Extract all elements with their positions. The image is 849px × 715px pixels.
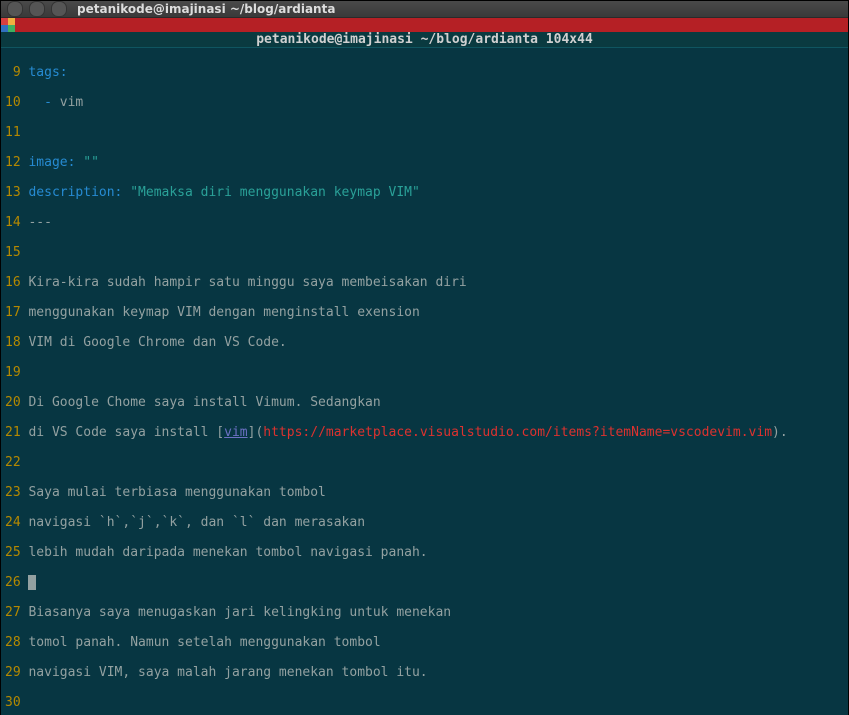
text-line: VIM di Google Chrome dan VS Code.	[28, 335, 286, 350]
line-number: 19	[5, 365, 21, 380]
terminal-window: petanikode@imajinasi ~/blog/ardianta pet…	[0, 0, 849, 715]
md-link-url: https://marketplace.visualstudio.com/ite…	[263, 425, 772, 440]
line-number: 11	[5, 125, 21, 140]
line-number: 10	[5, 95, 21, 110]
line-number: 30	[5, 695, 21, 710]
line-number: 27	[5, 605, 21, 620]
text-line: tomol panah. Namun setelah menggunakan t…	[28, 635, 380, 650]
text-line: navigasi `h`,`j`,`k`, dan `l` dan merasa…	[28, 515, 365, 530]
text-line: Di Google Chome saya install Vimum. Seda…	[28, 395, 380, 410]
terminator-menubar[interactable]	[1, 18, 848, 32]
yaml-key: image:	[28, 155, 75, 170]
line-number: 24	[5, 515, 21, 530]
yaml-string: ""	[75, 155, 98, 170]
close-icon[interactable]	[7, 1, 23, 17]
line-number: 9	[5, 65, 21, 80]
yaml-dash: -	[28, 95, 51, 110]
line-number: 13	[5, 185, 21, 200]
maximize-icon[interactable]	[51, 1, 67, 17]
line-number: 16	[5, 275, 21, 290]
cursor	[28, 575, 36, 590]
text-line: Saya mulai terbiasa menggunakan tombol	[28, 485, 325, 500]
yaml-key: description:	[28, 185, 122, 200]
line-number: 17	[5, 305, 21, 320]
terminator-logo-icon[interactable]	[1, 18, 15, 32]
text-line: menggunakan keymap VIM dengan menginstal…	[28, 305, 419, 320]
text-line: Biasanya saya menugaskan jari kelingking…	[28, 605, 451, 620]
terminal-viewport[interactable]: 9 tags: 10 - vim 11 12 image: "" 13 desc…	[1, 47, 848, 715]
line-number: 15	[5, 245, 21, 260]
line-number: 25	[5, 545, 21, 560]
md-link-text: vim	[224, 425, 247, 440]
line-number: 18	[5, 335, 21, 350]
text-line: di VS Code saya install [	[28, 425, 224, 440]
line-number: 20	[5, 395, 21, 410]
tab-label: petanikode@imajinasi ~/blog/ardianta 104…	[256, 32, 593, 47]
yaml-key: tags:	[28, 65, 67, 80]
yaml-string: "Memaksa diri menggunakan keymap VIM"	[122, 185, 419, 200]
line-number: 12	[5, 155, 21, 170]
line-number: 26	[5, 575, 21, 590]
terminal-tab[interactable]: petanikode@imajinasi ~/blog/ardianta 104…	[1, 32, 848, 47]
text-line: lebih mudah daripada menekan tombol navi…	[28, 545, 427, 560]
text-line: Kira-kira sudah hampir satu minggu saya …	[28, 275, 466, 290]
titlebar[interactable]: petanikode@imajinasi ~/blog/ardianta	[1, 1, 848, 18]
line-number: 14	[5, 215, 21, 230]
yaml-value: vim	[52, 95, 83, 110]
line-number: 23	[5, 485, 21, 500]
line-number: 29	[5, 665, 21, 680]
line-number: 22	[5, 455, 21, 470]
text-line: navigasi VIM, saya malah jarang menekan …	[28, 665, 427, 680]
line-number: 28	[5, 635, 21, 650]
minimize-icon[interactable]	[29, 1, 45, 17]
line-number: 21	[5, 425, 21, 440]
window-title: petanikode@imajinasi ~/blog/ardianta	[77, 2, 335, 16]
frontmatter-end: ---	[28, 215, 51, 230]
